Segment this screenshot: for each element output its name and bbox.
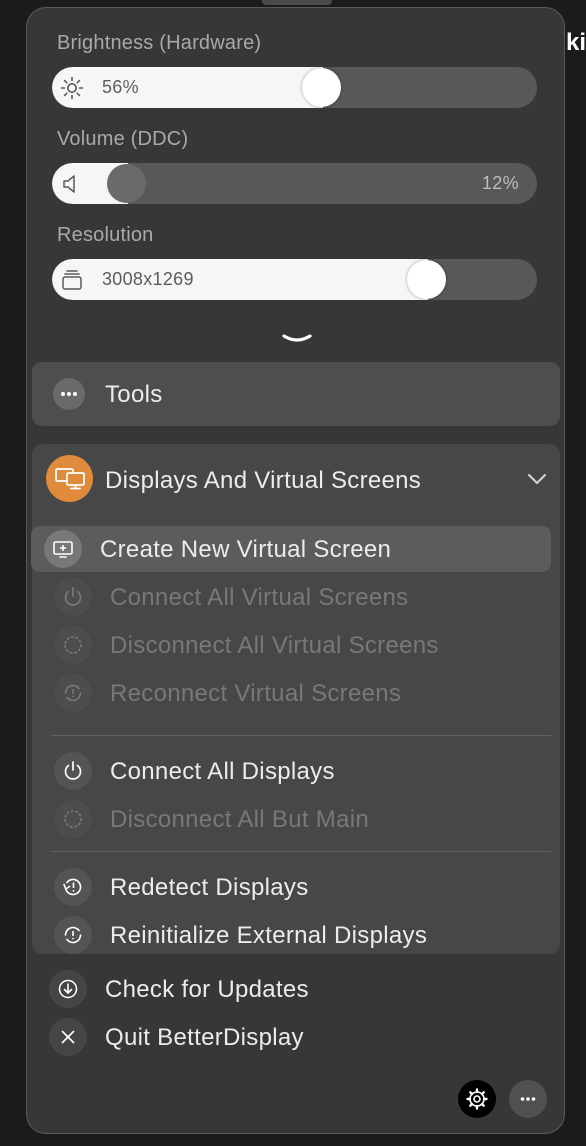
item-label: Create New Virtual Screen xyxy=(100,536,392,563)
item-label: Disconnect All Virtual Screens xyxy=(110,632,439,659)
brightness-knob[interactable] xyxy=(302,68,341,107)
reconnect-virtual-screens-item[interactable]: Reconnect Virtual Screens xyxy=(42,670,550,716)
resolution-label: Resolution xyxy=(57,224,154,246)
item-label: Quit BetterDisplay xyxy=(105,1024,304,1051)
dotted-circle-icon xyxy=(54,800,92,838)
tools-card[interactable]: Tools xyxy=(32,362,560,426)
power-icon xyxy=(54,752,92,790)
disconnect-all-virtual-screens-item[interactable]: Disconnect All Virtual Screens xyxy=(42,622,550,668)
item-label: Reconnect Virtual Screens xyxy=(110,680,402,707)
menu-divider xyxy=(51,851,551,852)
chevron-down-icon[interactable] xyxy=(527,472,547,486)
item-label: Redetect Displays xyxy=(110,874,309,901)
item-label: Connect All Displays xyxy=(110,758,335,785)
betterdisplay-menu-panel: Brightness (Hardware) 56% Volume (DDC) 1… xyxy=(26,7,565,1134)
item-label: Check for Updates xyxy=(105,976,309,1003)
brightness-label: Brightness (Hardware) xyxy=(57,32,262,54)
chevron-down-icon[interactable] xyxy=(281,332,313,346)
connect-all-virtual-screens-item[interactable]: Connect All Virtual Screens xyxy=(42,574,550,620)
add-screen-icon xyxy=(44,530,82,568)
connect-all-displays-item[interactable]: Connect All Displays xyxy=(42,748,550,794)
create-new-virtual-screen-item[interactable]: Create New Virtual Screen xyxy=(31,526,551,572)
ellipsis-icon xyxy=(520,1097,536,1101)
displays-header[interactable]: Displays And Virtual Screens xyxy=(32,444,560,514)
close-icon xyxy=(49,1018,87,1056)
refresh-alert-icon xyxy=(54,674,92,712)
dotted-circle-icon xyxy=(54,626,92,664)
sun-icon xyxy=(60,76,84,100)
item-label: Connect All Virtual Screens xyxy=(110,584,409,611)
brightness-fill xyxy=(52,67,323,108)
brightness-slider[interactable]: 56% xyxy=(52,67,537,108)
download-icon xyxy=(49,970,87,1008)
reinitialize-icon xyxy=(54,916,92,954)
check-for-updates-item[interactable]: Check for Updates xyxy=(37,966,545,1012)
tools-label: Tools xyxy=(105,381,163,408)
item-label: Reinitialize External Displays xyxy=(110,922,428,949)
speaker-icon xyxy=(63,175,75,193)
item-label: Disconnect All But Main xyxy=(110,806,370,833)
more-options-button[interactable] xyxy=(509,1080,547,1118)
displays-card: Displays And Virtual Screens Create New … xyxy=(31,444,560,954)
volume-value: 12% xyxy=(482,173,519,193)
brightness-value: 56% xyxy=(102,77,139,97)
displays-title: Displays And Virtual Screens xyxy=(105,467,422,494)
background-window-text: ki xyxy=(566,29,586,56)
volume-slider[interactable]: 12% xyxy=(52,163,537,204)
disconnect-all-but-main-item[interactable]: Disconnect All But Main xyxy=(42,796,550,842)
displays-icon xyxy=(46,455,93,502)
stack-icon xyxy=(62,270,82,290)
redetect-icon xyxy=(54,868,92,906)
gear-icon[interactable] xyxy=(458,1080,496,1118)
redetect-displays-item[interactable]: Redetect Displays xyxy=(42,864,550,910)
menu-divider xyxy=(51,735,551,736)
top-notch xyxy=(262,0,332,5)
power-icon xyxy=(54,578,92,616)
volume-label: Volume (DDC) xyxy=(57,128,189,150)
ellipsis-icon xyxy=(53,378,85,410)
resolution-value: 3008x1269 xyxy=(102,269,194,289)
resolution-slider[interactable]: 3008x1269 xyxy=(52,259,537,300)
quit-betterdisplay-item[interactable]: Quit BetterDisplay xyxy=(37,1014,545,1060)
reinitialize-external-displays-item[interactable]: Reinitialize External Displays xyxy=(42,912,550,958)
volume-knob[interactable] xyxy=(107,164,146,203)
resolution-knob[interactable] xyxy=(407,260,446,299)
